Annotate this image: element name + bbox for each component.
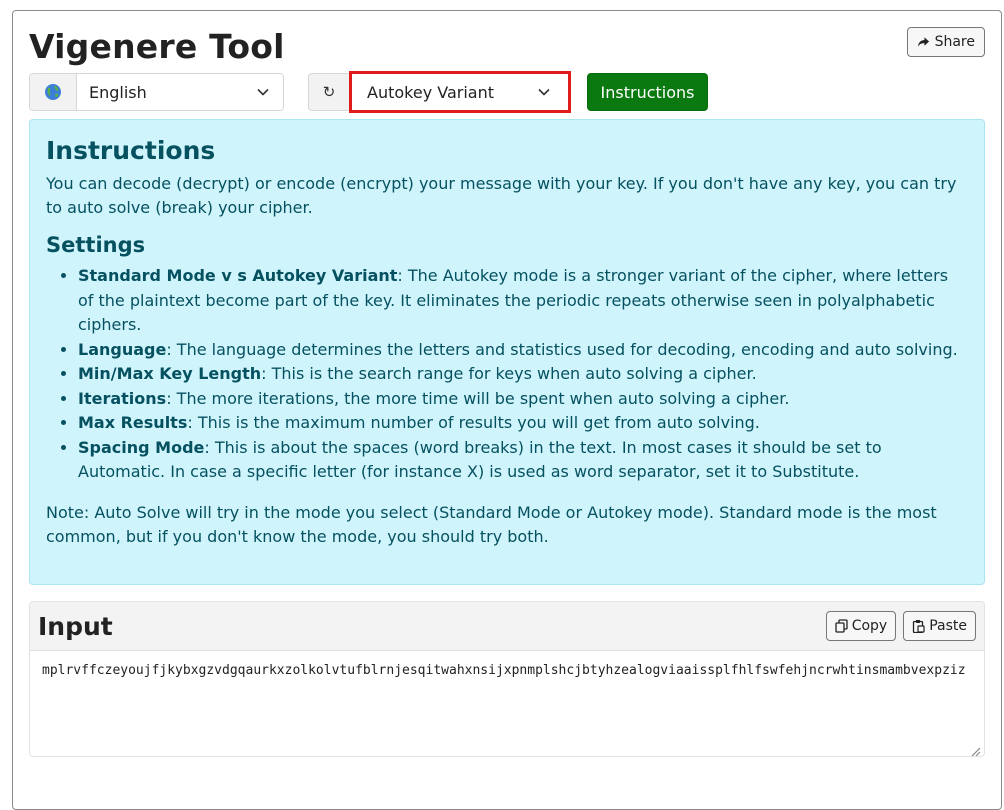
instructions-intro: You can decode (decrypt) or encode (encr… (46, 174, 957, 217)
chevron-down-icon (538, 88, 550, 96)
reset-icon[interactable]: ↻ (308, 73, 349, 111)
instructions-panel: Instructions You can decode (decrypt) or… (29, 119, 985, 585)
mode-select[interactable]: Autokey Variant (349, 71, 571, 113)
instructions-heading: Instructions (46, 136, 216, 165)
chevron-down-icon (257, 88, 269, 96)
list-item: Language: The language determines the le… (78, 338, 968, 363)
paste-button[interactable]: Paste (903, 611, 976, 641)
cipher-input-value: mplrvffczeyoujfjkybxgzvdgqaurkxzolkolvtu… (42, 663, 966, 678)
copy-label: Copy (851, 618, 888, 634)
globe-icon (30, 74, 77, 110)
share-icon (917, 37, 929, 47)
cipher-input[interactable]: mplrvffczeyoujfjkybxgzvdgqaurkxzolkolvtu… (30, 651, 984, 756)
list-item: Iterations: The more iterations, the mor… (78, 387, 968, 412)
settings-heading: Settings (46, 233, 146, 257)
list-item: Max Results: This is the maximum number … (78, 411, 968, 436)
instructions-note: Note: Auto Solve will try in the mode yo… (46, 502, 937, 546)
language-select[interactable]: English (77, 74, 283, 110)
input-header: Input Copy Paste (30, 602, 984, 651)
share-label: Share (934, 34, 975, 50)
copy-icon (835, 619, 848, 633)
copy-button[interactable]: Copy (825, 611, 897, 641)
list-item: Standard Mode v s Autokey Variant: The A… (78, 264, 968, 338)
paste-label: Paste (929, 618, 967, 634)
share-button[interactable]: Share (906, 27, 985, 57)
list-item: Min/Max Key Length: This is the search r… (78, 362, 968, 387)
instructions-button[interactable]: Instructions (587, 73, 708, 111)
language-value: English (89, 82, 147, 102)
resize-handle-icon[interactable] (969, 745, 981, 757)
main-card: Vigenere Tool Share English ↻ Autokey Va… (12, 10, 1002, 810)
paste-icon (913, 620, 925, 633)
input-panel: Input Copy Paste mplrvffczeyoujfjkybxgzv… (29, 601, 985, 757)
page-title: Vigenere Tool (29, 27, 285, 66)
language-selector[interactable]: English (29, 73, 284, 111)
settings-list: Standard Mode v s Autokey Variant: The A… (46, 264, 968, 485)
list-item: Spacing Mode: This is about the spaces (… (78, 436, 968, 485)
input-heading: Input (38, 611, 113, 641)
mode-selector[interactable]: ↻ Autokey Variant (308, 71, 571, 113)
mode-value: Autokey Variant (367, 82, 494, 102)
